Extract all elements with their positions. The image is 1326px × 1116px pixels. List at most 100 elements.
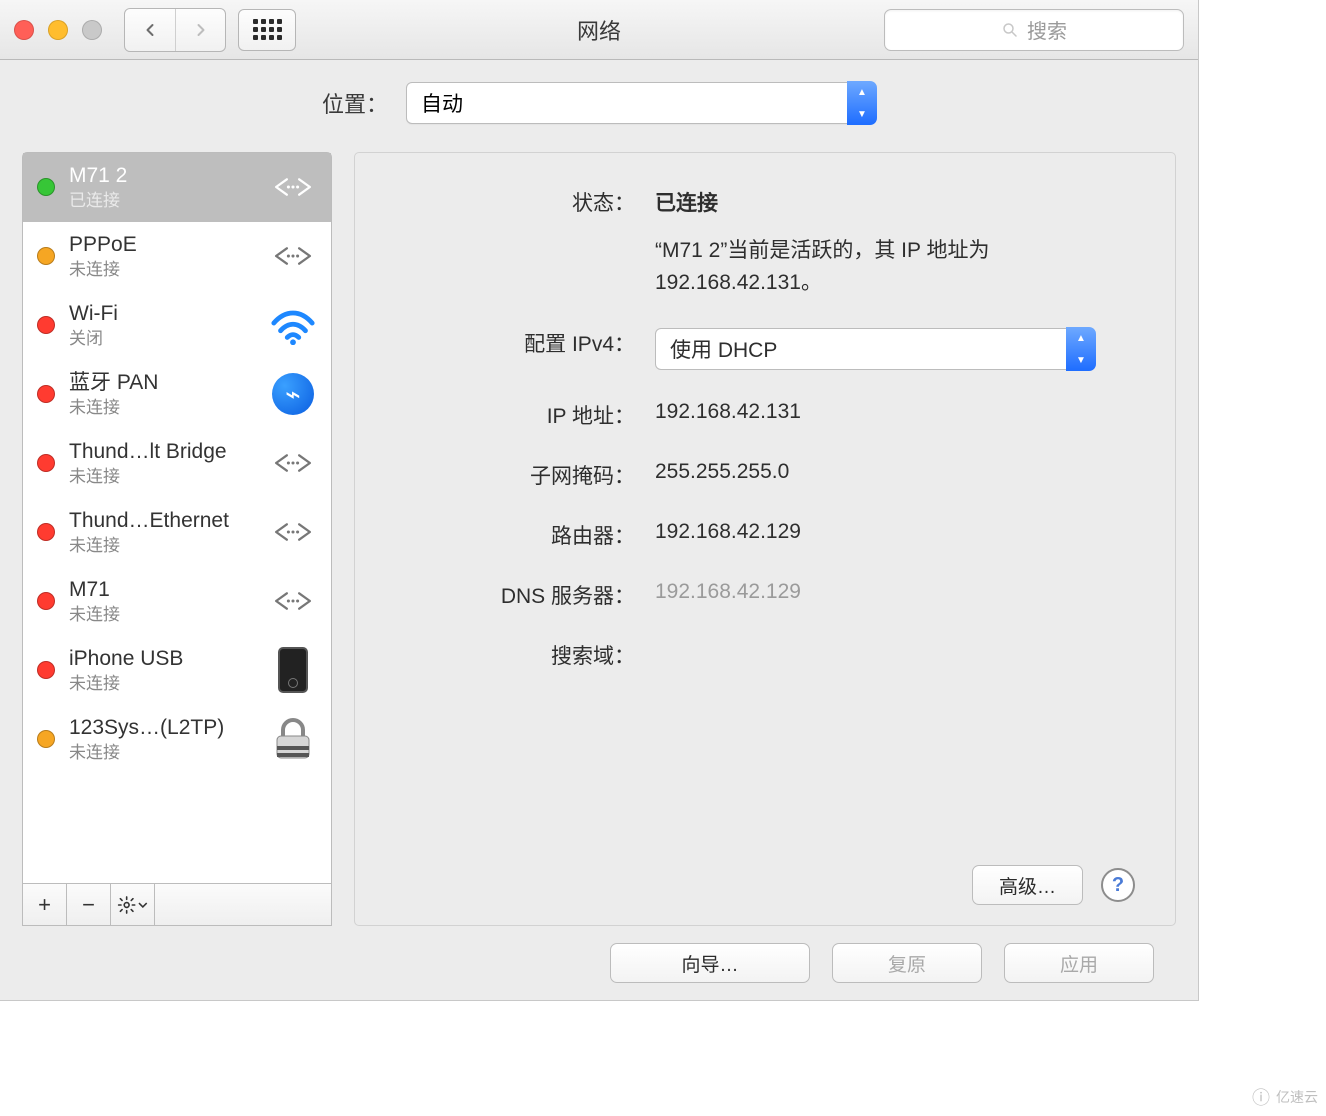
grid-icon <box>253 19 282 40</box>
traffic-lights <box>14 20 102 40</box>
interfaces-sidebar: M71 2已连接PPPoE未连接Wi-Fi关闭蓝牙 PAN未连接⌁Thund…l… <box>22 152 332 926</box>
interface-text: iPhone USB未连接 <box>69 646 255 694</box>
ethernet-icon <box>269 577 317 625</box>
interface-status: 未连接 <box>69 466 255 487</box>
interface-status: 未连接 <box>69 604 255 625</box>
interface-text: M71 2已连接 <box>69 163 255 211</box>
interface-name: iPhone USB <box>69 646 255 672</box>
interface-name: PPPoE <box>69 232 255 258</box>
router-label: 路由器： <box>395 516 655 550</box>
chevron-right-icon <box>191 20 211 40</box>
interface-actions-button[interactable] <box>111 884 155 925</box>
interface-name: 123Sys…(L2TP) <box>69 715 255 741</box>
ethernet-icon <box>269 232 317 280</box>
zoom-window-button[interactable] <box>82 20 102 40</box>
searchdomain-label: 搜索域： <box>395 636 655 670</box>
content-area: 位置： 自动 ▲▼ M71 2已连接PPPoE未连接Wi-Fi关闭蓝牙 PAN未… <box>0 60 1198 1000</box>
lock-icon <box>269 715 317 763</box>
popup-arrows-icon: ▲▼ <box>847 81 877 125</box>
interface-status: 未连接 <box>69 259 255 280</box>
show-all-button[interactable] <box>238 9 296 51</box>
status-value: 已连接 <box>655 192 718 215</box>
panels: M71 2已连接PPPoE未连接Wi-Fi关闭蓝牙 PAN未连接⌁Thund…l… <box>22 152 1176 926</box>
subnet-label: 子网掩码： <box>395 456 655 490</box>
apply-button[interactable]: 应用 <box>1004 943 1154 983</box>
window-title: 网络 <box>577 14 621 46</box>
status-dot-icon <box>37 730 55 748</box>
ip-value: 192.168.42.131 <box>655 396 1135 424</box>
chevron-left-icon <box>140 20 160 40</box>
nav-group <box>124 8 226 52</box>
status-dot-icon <box>37 661 55 679</box>
interface-name: Thund…lt Bridge <box>69 439 255 465</box>
search-placeholder: 搜索 <box>1027 15 1067 44</box>
advanced-button[interactable]: 高级… <box>972 865 1083 905</box>
ip-label: IP 地址： <box>395 396 655 430</box>
forward-button[interactable] <box>175 9 225 51</box>
location-label: 位置： <box>322 87 388 119</box>
config-ipv4-popup[interactable]: 使用 DHCP ▲▼ <box>655 328 1095 370</box>
add-interface-button[interactable]: + <box>23 884 67 925</box>
interface-item[interactable]: Thund…Ethernet未连接 <box>23 498 331 567</box>
watermark: ⓘ 亿速云 <box>1252 1084 1318 1110</box>
close-window-button[interactable] <box>14 20 34 40</box>
status-dot-icon <box>37 316 55 334</box>
interface-status: 未连接 <box>69 397 255 418</box>
interface-text: 123Sys…(L2TP)未连接 <box>69 715 255 763</box>
wifi-icon <box>269 301 317 349</box>
interface-name: 蓝牙 PAN <box>69 370 255 396</box>
remove-interface-button[interactable]: − <box>67 884 111 925</box>
interface-text: Thund…lt Bridge未连接 <box>69 439 255 487</box>
status-dot-icon <box>37 385 55 403</box>
interface-status: 未连接 <box>69 742 255 763</box>
dns-label: DNS 服务器： <box>395 576 655 610</box>
back-button[interactable] <box>125 9 175 51</box>
interface-item[interactable]: M71 2已连接 <box>23 153 331 222</box>
location-value: 自动 <box>421 88 463 118</box>
interface-text: Thund…Ethernet未连接 <box>69 508 255 556</box>
interface-item[interactable]: 123Sys…(L2TP)未连接 <box>23 705 331 774</box>
chevron-down-icon <box>138 902 148 908</box>
ethernet-icon <box>269 163 317 211</box>
wizard-button[interactable]: 向导… <box>610 943 810 983</box>
interface-item[interactable]: Wi-Fi关闭 <box>23 291 331 360</box>
interface-text: PPPoE未连接 <box>69 232 255 280</box>
interface-list: M71 2已连接PPPoE未连接Wi-Fi关闭蓝牙 PAN未连接⌁Thund…l… <box>23 153 331 883</box>
location-popup[interactable]: 自动 ▲▼ <box>406 82 876 124</box>
watermark-logo-icon: ⓘ <box>1252 1084 1270 1110</box>
bluetooth-icon: ⌁ <box>269 370 317 418</box>
interface-name: Thund…Ethernet <box>69 508 255 534</box>
router-value: 192.168.42.129 <box>655 516 1135 544</box>
detail-panel: 状态： 已连接 “M71 2”当前是活跃的，其 IP 地址为 192.168.4… <box>354 152 1176 926</box>
interface-status: 关闭 <box>69 328 255 349</box>
interface-name: M71 2 <box>69 163 255 189</box>
bottom-bar: 向导… 复原 应用 <box>22 926 1176 1000</box>
dns-value: 192.168.42.129 <box>655 576 1135 604</box>
location-row: 位置： 自动 ▲▼ <box>22 82 1176 124</box>
revert-button[interactable]: 复原 <box>832 943 982 983</box>
status-dot-icon <box>37 247 55 265</box>
minimize-window-button[interactable] <box>48 20 68 40</box>
popup-arrows-icon: ▲▼ <box>1066 327 1096 371</box>
status-dot-icon <box>37 454 55 472</box>
help-button[interactable]: ? <box>1101 868 1135 902</box>
interface-text: 蓝牙 PAN未连接 <box>69 370 255 418</box>
interface-item[interactable]: iPhone USB未连接 <box>23 636 331 705</box>
interface-item[interactable]: 蓝牙 PAN未连接 ⌁ <box>23 360 331 429</box>
config-ipv4-value: 使用 DHCP <box>670 334 777 364</box>
config-ipv4-label: 配置 IPv4： <box>395 324 655 358</box>
search-input[interactable]: 搜索 <box>884 9 1184 51</box>
interface-status: 未连接 <box>69 535 255 556</box>
interface-item[interactable]: M71未连接 <box>23 567 331 636</box>
interface-item[interactable]: PPPoE未连接 <box>23 222 331 291</box>
searchdomain-value <box>655 636 1135 640</box>
status-label: 状态： <box>395 183 655 217</box>
status-dot-icon <box>37 523 55 541</box>
interface-item[interactable]: Thund…lt Bridge未连接 <box>23 429 331 498</box>
phone-icon <box>269 646 317 694</box>
interface-text: M71未连接 <box>69 577 255 625</box>
sidebar-footer: + − <box>23 883 331 925</box>
watermark-text: 亿速云 <box>1276 1087 1318 1107</box>
network-preferences-window: 网络 搜索 位置： 自动 ▲▼ M71 2已连接PPPoE未连接Wi-Fi关闭蓝… <box>0 0 1198 1000</box>
gear-icon <box>117 895 136 915</box>
